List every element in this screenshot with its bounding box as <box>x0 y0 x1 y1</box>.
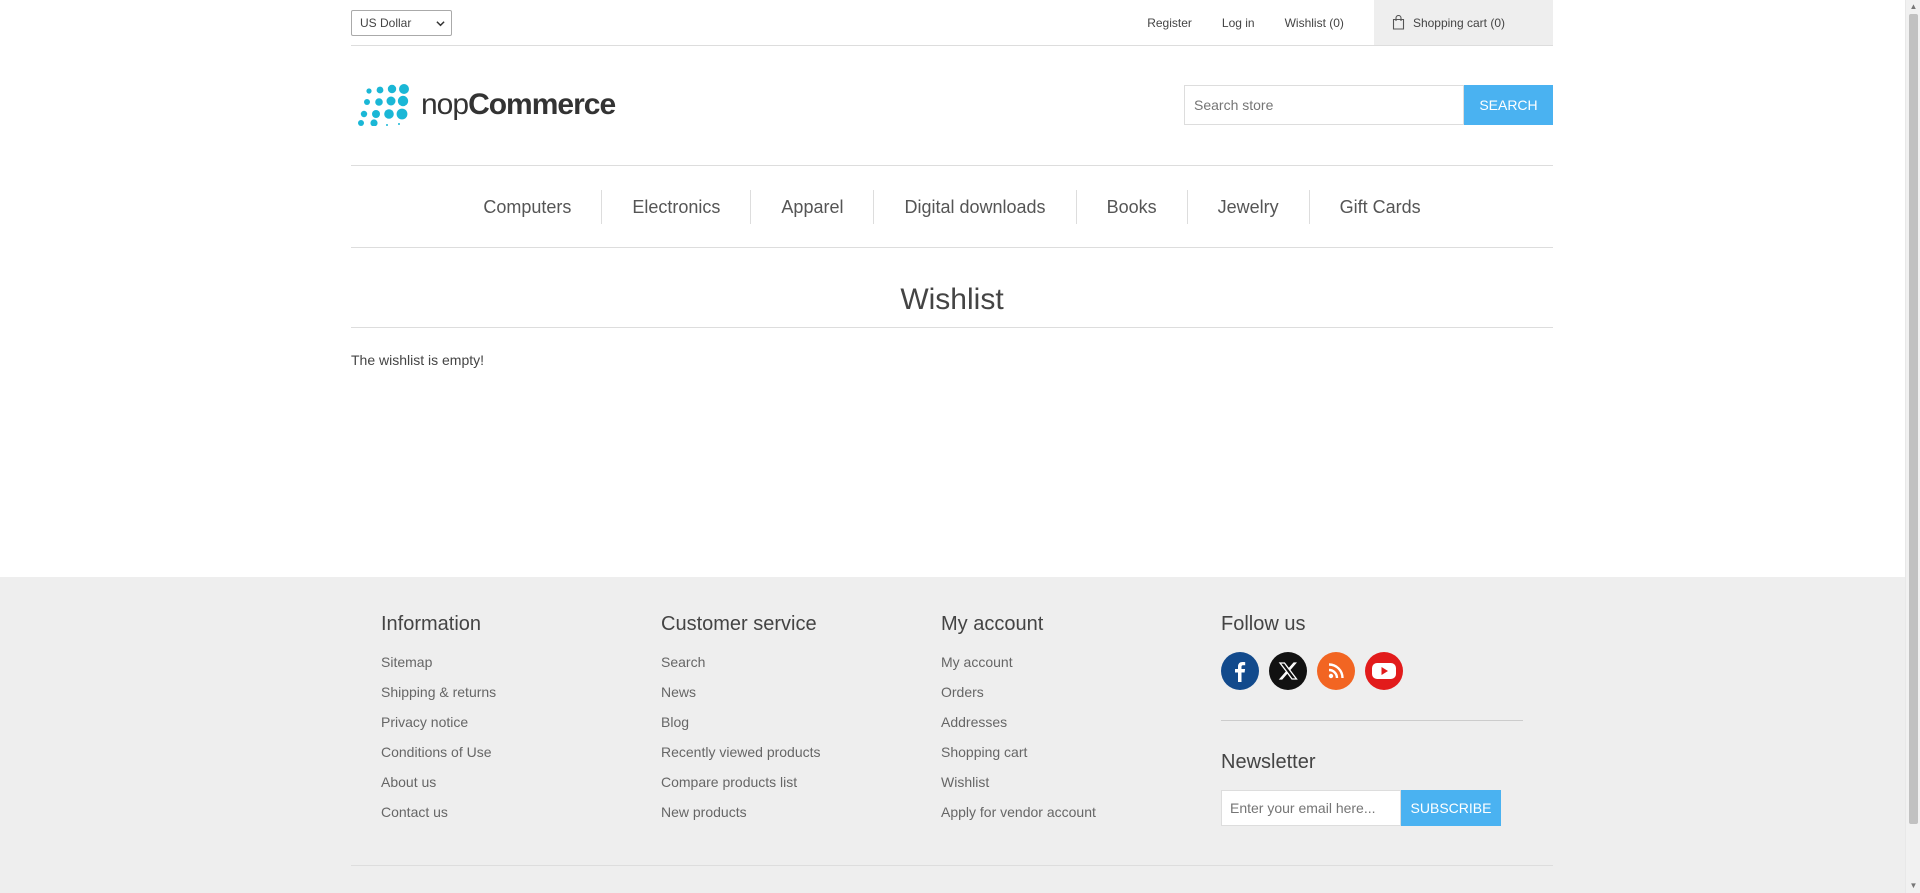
page-title: Wishlist <box>900 283 1004 316</box>
menu-item-apparel[interactable]: Apparel <box>750 189 873 224</box>
header-main: nopCommerce SEARCH <box>351 46 1553 166</box>
search-button[interactable]: SEARCH <box>1464 85 1553 125</box>
footer-follow-us-title: Follow us <box>1221 613 1306 635</box>
menu-item-computers[interactable]: Computers <box>453 190 601 224</box>
chevron-down-icon <box>436 21 445 27</box>
footer-bottom-divider <box>351 865 1553 866</box>
menu-item-electronics[interactable]: Electronics <box>601 189 750 224</box>
scrollbar-thumb[interactable] <box>1909 14 1918 824</box>
shopping-cart-label: Shopping cart (0) <box>1412 15 1505 30</box>
footer-follow-us: Follow us Newsletter SUBSCRIBE <box>1221 613 1523 826</box>
social-icons <box>1221 652 1523 690</box>
footer-link-blog[interactable]: Blog <box>661 713 941 743</box>
footer-link-sitemap[interactable]: Sitemap <box>381 653 661 683</box>
footer-customer-service: Customer service Search News Blog Recent… <box>661 613 941 833</box>
page-scrollbar[interactable]: ▲ ▼ <box>1905 0 1920 893</box>
page: US Dollar Register Log in Wishlist (0) S… <box>0 0 1905 893</box>
shopping-bag-icon <box>1392 15 1404 30</box>
scroll-up-arrow-icon[interactable]: ▲ <box>1906 0 1920 14</box>
footer-divider <box>1221 720 1523 721</box>
footer-link-recently-viewed[interactable]: Recently viewed products <box>661 743 941 773</box>
logo-brand: Commerce <box>468 88 616 121</box>
footer-link-my-account[interactable]: My account <box>941 653 1221 683</box>
logo-text: nopCommerce <box>421 88 616 122</box>
currency-select[interactable]: US Dollar <box>351 10 452 36</box>
footer-link-contact-us[interactable]: Contact us <box>381 803 661 833</box>
footer-link-orders[interactable]: Orders <box>941 683 1221 713</box>
search-input[interactable] <box>1184 85 1464 125</box>
footer-link-addresses[interactable]: Addresses <box>941 713 1221 743</box>
logo-dots-icon <box>358 84 409 126</box>
footer-link-wishlist[interactable]: Wishlist <box>941 773 1221 803</box>
newsletter-email-input[interactable] <box>1221 790 1401 826</box>
youtube-icon[interactable] <box>1365 652 1403 690</box>
wishlist-empty-message: The wishlist is empty! <box>351 352 485 368</box>
login-link[interactable]: Log in <box>1222 16 1255 30</box>
footer: Information Sitemap Shipping & returns P… <box>0 577 1905 893</box>
menu-item-digital-downloads[interactable]: Digital downloads <box>873 189 1075 224</box>
footer-customer-service-title: Customer service <box>661 613 817 635</box>
footer-information-title: Information <box>381 613 482 635</box>
logo-prefix: nop <box>421 88 469 121</box>
wishlist-link[interactable]: Wishlist (0) <box>1285 16 1344 30</box>
footer-link-new-products[interactable]: New products <box>661 803 941 833</box>
shopping-cart-link[interactable]: Shopping cart (0) <box>1373 0 1553 45</box>
store-logo[interactable]: nopCommerce <box>353 84 616 126</box>
scroll-down-arrow-icon[interactable]: ▼ <box>1906 879 1920 893</box>
page-title-bar: Wishlist <box>351 278 1553 328</box>
facebook-icon[interactable] <box>1221 652 1259 690</box>
menu-item-jewelry[interactable]: Jewelry <box>1186 189 1309 224</box>
top-menu: Computers Electronics Apparel Digital do… <box>351 165 1553 248</box>
footer-link-search[interactable]: Search <box>661 653 941 683</box>
newsletter-title: Newsletter <box>1221 751 1316 773</box>
footer-link-shipping-returns[interactable]: Shipping & returns <box>381 683 661 713</box>
footer-my-account: My account My account Orders Addresses S… <box>941 613 1221 833</box>
footer-link-shopping-cart[interactable]: Shopping cart <box>941 743 1221 773</box>
footer-link-compare-products[interactable]: Compare products list <box>661 773 941 803</box>
menu-item-gift-cards[interactable]: Gift Cards <box>1308 189 1451 224</box>
currency-value: US Dollar <box>360 16 412 30</box>
footer-link-apply-vendor[interactable]: Apply for vendor account <box>941 803 1221 833</box>
register-link[interactable]: Register <box>1147 16 1192 30</box>
footer-link-privacy-notice[interactable]: Privacy notice <box>381 713 661 743</box>
menu-item-books[interactable]: Books <box>1075 189 1187 224</box>
newsletter-form: SUBSCRIBE <box>1221 790 1523 826</box>
footer-information: Information Sitemap Shipping & returns P… <box>381 613 661 833</box>
header-links-bar: US Dollar Register Log in Wishlist (0) S… <box>351 0 1553 46</box>
footer-link-news[interactable]: News <box>661 683 941 713</box>
footer-link-conditions-of-use[interactable]: Conditions of Use <box>381 743 661 773</box>
footer-link-about-us[interactable]: About us <box>381 773 661 803</box>
footer-my-account-title: My account <box>941 613 1044 635</box>
header-links: Register Log in Wishlist (0) Shopping ca… <box>1147 0 1553 45</box>
search-box: SEARCH <box>1184 85 1553 125</box>
subscribe-button[interactable]: SUBSCRIBE <box>1401 790 1501 826</box>
rss-icon[interactable] <box>1317 652 1355 690</box>
x-twitter-icon[interactable] <box>1269 652 1307 690</box>
